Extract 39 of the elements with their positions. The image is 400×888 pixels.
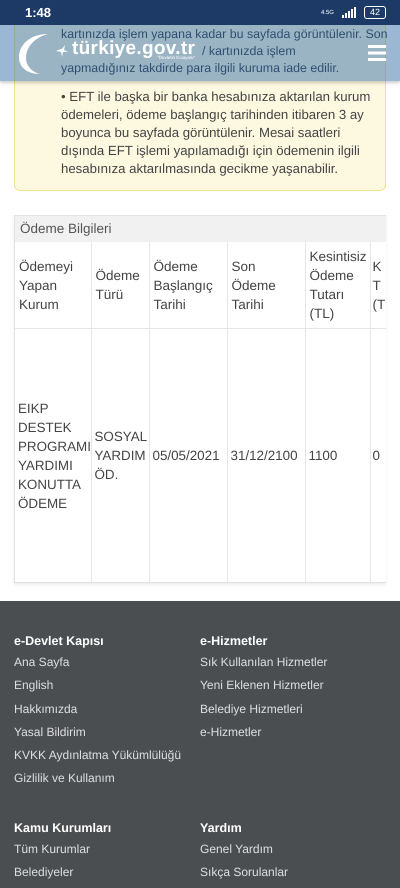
footer-link[interactable]: Belediyeler (14, 861, 74, 885)
footer-link[interactable]: Sık Kullanılan Hizmetler (200, 651, 328, 674)
footer-link[interactable]: Gizlilik ve Kullanım (14, 767, 115, 791)
column-header: Ödeme Başlangıç Tarihi (149, 242, 227, 329)
status-time: 1:48 (25, 4, 52, 22)
table-cell: EIKP DESTEK PROGRAMI YARDIMI KONUTTA ÖDEME (15, 328, 91, 582)
column-header: K T (T (370, 242, 386, 329)
notice-text: kartınızda işlem yapana kadar bu sayfada görüntülenir. Son (61, 27, 388, 41)
table-cell: 0 (370, 328, 386, 582)
notice-text: / kartınızda işlem (202, 44, 296, 59)
table-cell: 05/05/2021 (149, 328, 227, 582)
footer-link[interactable]: Sıkça Sorulanlar (200, 861, 288, 885)
column-header: Ödemeyi Yapan Kurum (15, 242, 91, 329)
footer-link[interactable]: English (14, 674, 54, 698)
footer-heading: Kamu Kurumları (14, 820, 112, 838)
footer-link[interactable]: Yeni Eklenen Hizmetler (200, 674, 324, 698)
notice-text: yapmadığınız takdirde para ilgili kuruma iade edilir. (61, 61, 340, 76)
footer-link[interactable]: Yasal Bildirim (14, 720, 86, 744)
footer-heading: e-Devlet Kapısı (14, 633, 105, 650)
column-header: Kesintisiz Ödeme Tutarı (TL) (305, 242, 370, 329)
footer-link[interactable]: Ana Sayfa (14, 651, 70, 674)
footer-link[interactable]: Genel Yardım (200, 838, 273, 862)
menu-icon[interactable] (368, 45, 386, 61)
column-header: Ödeme Türü (91, 242, 149, 329)
table-title: Ödeme Bilgileri (15, 216, 386, 242)
battery-indicator: 42 (364, 6, 386, 19)
footer-heading: Yardım (200, 820, 243, 838)
footer-link[interactable]: Hakkımızda (14, 698, 78, 721)
footer-link[interactable]: e-Hizmetler (200, 720, 262, 744)
table-cell: 1100 (305, 328, 370, 582)
footer-link[interactable]: Belediye Hizmetleri (200, 698, 303, 721)
footer-link[interactable]: Tüm Kurumlar (14, 838, 90, 862)
footer-heading: e-Hizmetler (200, 633, 268, 650)
signal-icon (342, 7, 356, 18)
column-header: Son Ödeme Tarihi (227, 242, 305, 329)
notice-text: • EFT ile başka bir banka hesabınıza aktarılan kurum ödemeleri, ödeme başlangıç tarihinden itibaren 3 ay boyunca bu sayfada görüntülenir. Mesai saatleri dışında EFT işlemi yapılamadığı için ödemenin ilgili hesabınıza aktarılmasında gecikme yaşanabilir. (61, 88, 372, 178)
table-cell: 31/12/2100 (227, 328, 305, 582)
table-cell: SOSYAL YARDIM ÖD. (91, 328, 149, 582)
footer-link[interactable]: KVKK Aydınlatma Yükümlülüğü (14, 744, 181, 768)
